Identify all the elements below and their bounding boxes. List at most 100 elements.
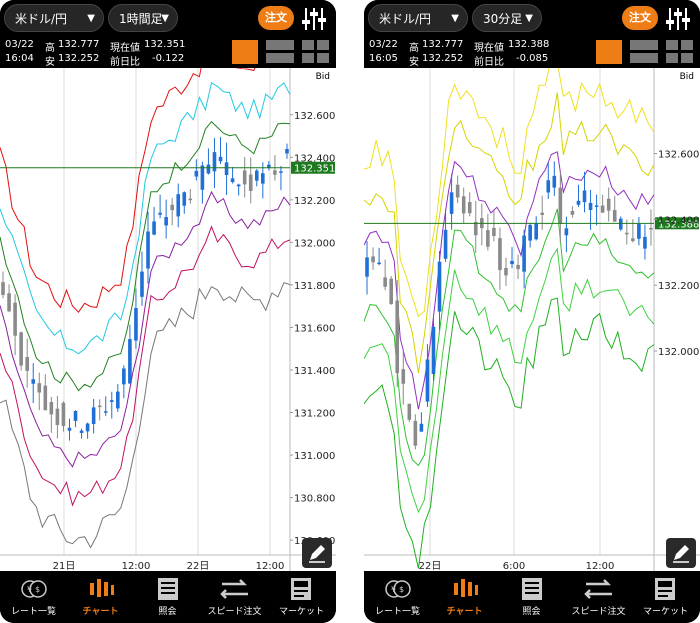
- tab-speed-order[interactable]: スピード注文: [201, 571, 268, 623]
- candle-body: [146, 231, 150, 269]
- price-tick-label: 130.800: [294, 494, 335, 505]
- current-label: 現在値: [110, 43, 140, 54]
- candle-body: [492, 227, 496, 236]
- tab-speed-order[interactable]: スピード注文: [565, 571, 632, 623]
- indicator-line: [0, 281, 291, 549]
- top-bar: 米ドル/円 ▼ 30分足 ▼ 注文: [364, 0, 700, 36]
- time-tick-label: 21日: [53, 561, 76, 571]
- price-tick-label: 132.000: [294, 238, 335, 249]
- news-icon: [655, 578, 675, 600]
- candle-body: [230, 178, 235, 183]
- indicator-line: [364, 247, 655, 514]
- candle-body: [510, 260, 514, 265]
- chart-settings-icon[interactable]: [300, 6, 328, 32]
- candle-body: [188, 198, 193, 201]
- chart-settings-icon[interactable]: [664, 6, 692, 32]
- candle-body: [55, 408, 60, 425]
- tab-chart[interactable]: チャート: [67, 571, 134, 623]
- candle-body: [631, 238, 635, 242]
- candle-body: [134, 308, 138, 341]
- tab-market[interactable]: マーケット: [268, 571, 335, 623]
- tab-chart[interactable]: チャート: [431, 571, 498, 623]
- candle-body: [37, 383, 42, 393]
- candlestick-icon: [90, 579, 114, 597]
- list-document-icon: [158, 578, 178, 600]
- candle-body: [649, 227, 653, 230]
- tab-rate-list[interactable]: ¥ $ レート一覧: [364, 571, 431, 623]
- order-button[interactable]: 注文: [258, 6, 294, 30]
- time-text: 16:04: [5, 53, 34, 64]
- chevron-down-icon: ▼: [87, 13, 95, 24]
- svg-text:¥: ¥: [27, 585, 32, 594]
- time-tick-label: 6:00: [503, 561, 525, 571]
- split-horizontal-layout-icon[interactable]: [630, 40, 658, 64]
- price-tick-label: 132.400: [294, 153, 335, 164]
- candle-body: [643, 236, 647, 249]
- current-label: 現在値: [474, 43, 504, 54]
- indicator-line: [0, 190, 291, 468]
- candlestick-chart[interactable]: 132.388 132.600 132.400 132.200 132.000 22日 6:…: [364, 68, 700, 571]
- candle-body: [498, 238, 502, 271]
- change-label: 前日比: [474, 57, 504, 68]
- candle-body: [365, 257, 369, 277]
- current-price-tag-label: 132.351: [294, 164, 335, 175]
- candle-body: [73, 410, 78, 421]
- chevron-down-icon: ▼: [451, 13, 459, 24]
- tab-inquiry[interactable]: 照会: [498, 571, 565, 623]
- candle-body: [576, 200, 581, 205]
- tab-inquiry[interactable]: 照会: [134, 571, 201, 623]
- tab-label: マーケット: [642, 607, 688, 617]
- candle-body: [612, 210, 617, 222]
- candle-body: [473, 221, 478, 236]
- candle-body: [85, 423, 90, 432]
- pencil-icon: [673, 545, 689, 563]
- candle-body: [540, 212, 545, 215]
- candle-body: [625, 232, 629, 235]
- currency-pair-dropdown[interactable]: 米ドル/円 ▼: [368, 4, 468, 32]
- indicator-line: [0, 82, 291, 355]
- draw-tool-button[interactable]: [666, 538, 696, 568]
- low-label: 安: [409, 57, 419, 68]
- single-chart-layout-button[interactable]: [232, 40, 258, 64]
- currency-pair-dropdown[interactable]: 米ドル/円 ▼: [4, 4, 104, 32]
- candle-body: [395, 300, 400, 374]
- bottom-tab-bar: ¥ $ レート一覧 チャート 照会 スピード注文 マーケット: [0, 571, 336, 623]
- timeframe-dropdown[interactable]: 30分足 ▼: [472, 4, 542, 32]
- swap-arrows-icon: [584, 579, 612, 599]
- low-value: 132.252: [58, 53, 100, 64]
- grid-layout-icon[interactable]: [666, 40, 694, 64]
- grid-layout-icon[interactable]: [302, 40, 330, 64]
- candle-body: [7, 293, 11, 312]
- single-chart-layout-button[interactable]: [596, 40, 622, 64]
- candle-body: [79, 430, 84, 433]
- candle-body: [152, 221, 156, 235]
- indicator-line: [0, 120, 291, 392]
- tab-market[interactable]: マーケット: [632, 571, 699, 623]
- price-tick-label: 131.000: [294, 451, 335, 462]
- price-tick-label: 132.200: [294, 196, 335, 207]
- candlestick-chart[interactable]: 132.351 132.600 132.400 132.200 132.000 131.8…: [0, 68, 336, 571]
- candle-body: [182, 192, 187, 206]
- phone-30m-chart: 米ドル/円 ▼ 30分足 ▼ 注文 03/22 16:05 高 132.777 …: [364, 0, 700, 623]
- tab-label: チャート: [82, 607, 119, 617]
- draw-tool-button[interactable]: [302, 538, 332, 568]
- candle-body: [449, 192, 454, 214]
- candle-body: [570, 210, 575, 215]
- current-value: 132.388: [508, 39, 550, 50]
- candle-body: [486, 230, 490, 247]
- tab-label: スピード注文: [207, 607, 262, 617]
- top-bar: 米ドル/円 ▼ 1時間足 ▼ 注文: [0, 0, 336, 36]
- high-value: 132.777: [422, 39, 464, 50]
- phone-1h-chart: 米ドル/円 ▼ 1時間足 ▼ 注文 03/22 16:04 高 132.777 …: [0, 0, 336, 623]
- candle-body: [371, 256, 375, 263]
- svg-text:¥: ¥: [391, 585, 396, 594]
- order-button[interactable]: 注文: [622, 6, 658, 30]
- timeframe-dropdown[interactable]: 1時間足 ▼: [108, 4, 178, 32]
- svg-text:$: $: [399, 585, 404, 594]
- currency-pair-label: 米ドル/円: [15, 12, 68, 26]
- tab-rate-list[interactable]: ¥ $ レート一覧: [0, 571, 67, 623]
- candle-body: [91, 407, 96, 424]
- candle-body: [588, 202, 593, 210]
- split-horizontal-layout-icon[interactable]: [266, 40, 294, 64]
- price-tick-label: 131.400: [294, 366, 335, 377]
